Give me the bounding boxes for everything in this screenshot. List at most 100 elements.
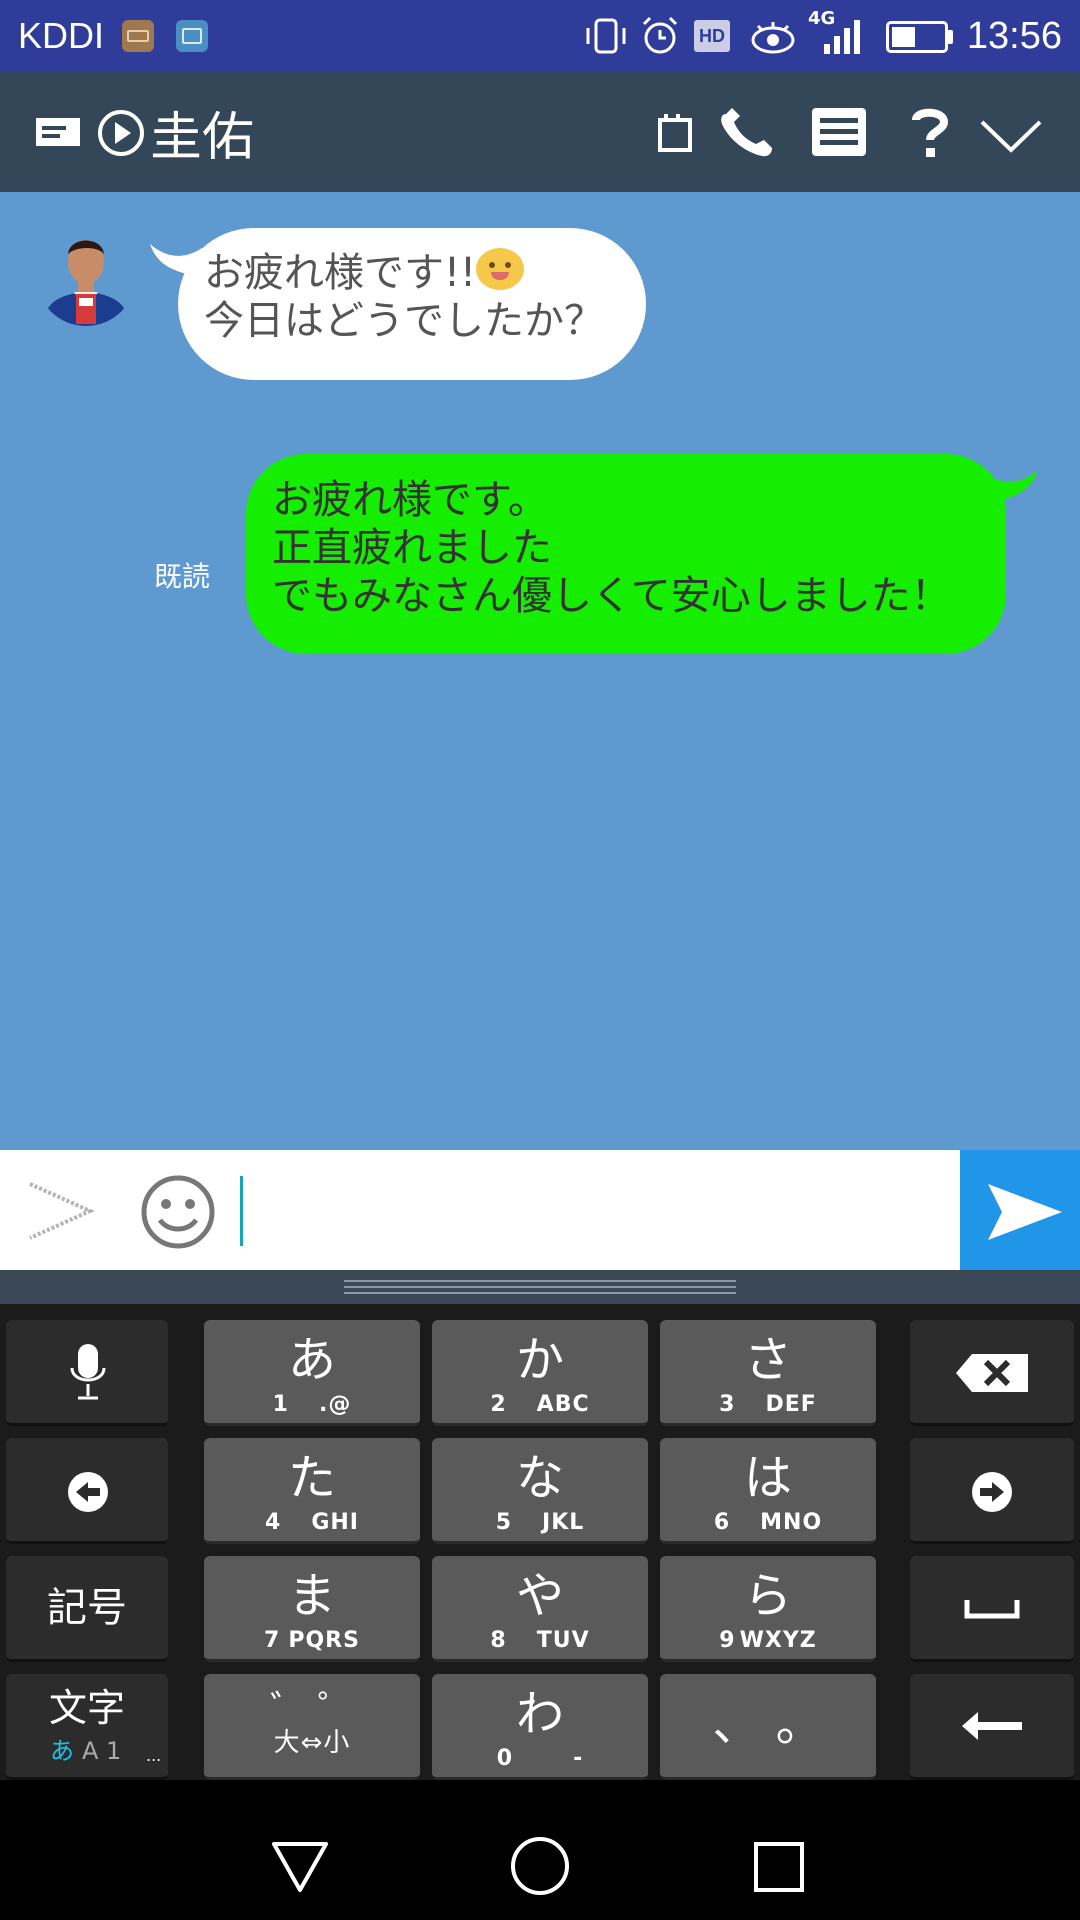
key-sub: 4 GHI [204,1510,420,1536]
key-number: 1 [272,1392,289,1417]
key-wa[interactable]: わ 0 - [432,1674,648,1780]
home-circle-icon[interactable] [508,1834,572,1898]
voice-input-key[interactable] [6,1320,168,1426]
symbol-key[interactable]: 記号 [6,1556,168,1662]
message-text: 正直疲れました [272,525,552,571]
text-cursor [240,1176,243,1246]
backspace-icon [956,1354,1028,1392]
key-number: 0 [496,1746,514,1771]
space-icon [964,1600,1020,1619]
send-icon [988,1184,1062,1240]
expand-arrow-icon[interactable] [26,1180,96,1242]
grinning-face-icon [476,248,525,290]
message-line: お疲れ様です!! [204,248,646,297]
avatar[interactable] [36,226,136,326]
cursor-right-key[interactable] [910,1438,1074,1544]
key-ha[interactable]: は 6 MNO [660,1438,876,1544]
mode-hiragana-label: あ [50,1737,74,1765]
key-ta[interactable]: た 4 GHI [204,1438,420,1544]
recents-square-icon[interactable] [752,1840,806,1894]
key-sub: 2 ABC [432,1392,648,1418]
key-number: 6 [713,1510,731,1535]
message-text: 今日はどうでしたか？ [204,298,604,344]
key-punctuation[interactable]: 、 。 [660,1674,876,1780]
arrow-right-icon [972,1472,1012,1512]
key-number: 2 [490,1392,507,1417]
clock: 13:56 [966,15,1062,57]
message-text: お疲れ様です。 [272,477,548,523]
help-icon[interactable] [908,106,952,160]
key-ka[interactable]: か 2 ABC [432,1320,648,1426]
phone-icon[interactable] [718,108,780,158]
key-a[interactable]: あ 1 .@ [204,1320,420,1426]
keyboard-notification-icon [122,20,154,52]
arrow-left-icon [68,1472,108,1512]
key-sub: 3 DEF [660,1392,876,1418]
key-letters: PQRS [288,1628,360,1653]
outgoing-message-bubble[interactable]: お疲れ様です。 正直疲れました でもみなさん優しくて安心しました！ [246,454,1006,654]
signal-icon [824,20,860,54]
key-letters: ABC [536,1392,590,1417]
key-ma[interactable]: ま 7 PQRS [204,1556,420,1662]
message-input[interactable] [250,1168,950,1252]
play-icon[interactable] [96,108,146,158]
battery-tip [948,30,953,44]
key-number: 4 [265,1510,282,1535]
key-sub: 9 WXYZ [660,1628,876,1654]
key-kana: な [515,1450,564,1506]
key-letters: .@ [318,1392,352,1417]
key-letters: - [573,1746,584,1771]
key-kana: は [743,1450,792,1506]
back-triangle-icon[interactable] [270,1840,330,1894]
enter-key[interactable] [910,1674,1074,1780]
message-input-bar [0,1150,1080,1270]
incoming-message-bubble[interactable]: お疲れ様です!! 今日はどうでしたか？ [178,228,646,380]
alarm-icon [642,16,678,54]
key-ya[interactable]: や 8 TUV [432,1556,648,1662]
battery-icon [886,21,948,53]
key-kana: ま [287,1568,336,1624]
cursor-left-key[interactable] [6,1438,168,1544]
avatar-image [36,226,136,326]
notepad-icon[interactable] [654,110,696,156]
eye-comfort-icon [751,22,795,54]
keyboard-handle[interactable] [0,1270,1080,1304]
key-number: 3 [719,1392,736,1417]
navigation-bar [0,1780,1080,1920]
key-kana: ら [743,1568,792,1624]
message-icon[interactable] [34,116,84,150]
key-letters: DEF [765,1392,817,1417]
send-button[interactable] [960,1150,1080,1270]
key-letters: GHI [311,1510,359,1535]
chat-area: お疲れ様です!! 今日はどうでしたか？ 既読 お疲れ様です。 正直疲れました で… [0,192,1080,1150]
key-dakuten[interactable]: ゛ ゜ 大⇔小 [204,1674,420,1780]
chat-header: 圭佑 [0,72,1080,192]
key-sub: 5 JKL [432,1510,648,1536]
input-mode-key[interactable]: 文字 あ A 1 ... [6,1674,168,1780]
key-kana: た [287,1450,336,1506]
image-notification-icon [176,20,208,52]
key-sub: 1 .@ [204,1392,420,1418]
carrier-label: KDDI [18,15,105,56]
key-sub: 7 PQRS [204,1628,420,1654]
microphone-icon [70,1344,106,1400]
mode-more-label: ... [146,1746,162,1765]
key-sub: 6 MNO [660,1510,876,1536]
key-kana: か [515,1332,564,1388]
key-ra[interactable]: ら 9 WXYZ [660,1556,876,1662]
collapse-chevron-icon[interactable] [978,116,1044,156]
backspace-key[interactable] [910,1320,1074,1426]
enter-arrow-icon [962,1712,1022,1740]
key-kana: や [515,1568,564,1624]
contact-name: 圭佑 [150,108,255,168]
key-kana: わ [515,1686,564,1742]
key-kana: さ [743,1332,792,1388]
key-letters: 大⇔小 [273,1728,351,1758]
space-key[interactable] [910,1556,1074,1662]
key-na[interactable]: な 5 JKL [432,1438,648,1544]
key-sa[interactable]: さ 3 DEF [660,1320,876,1426]
emoji-picker-icon[interactable] [140,1174,216,1250]
menu-icon[interactable] [810,106,870,158]
key-number: 9 [719,1628,736,1653]
symbol-key-label: 記号 [47,1585,127,1631]
